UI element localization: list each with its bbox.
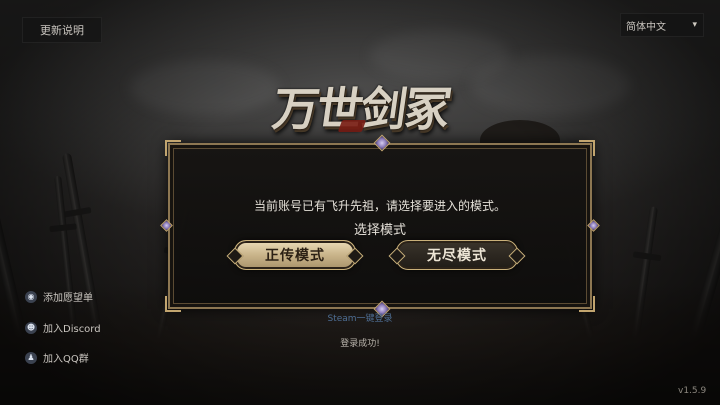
mode-select-dialog: 当前账号已有飞升先祖，请选择要进入的模式。 选择模式 正传模式 无尽模式: [160, 134, 600, 318]
orthodox-mode-button[interactable]: 正传模式: [234, 240, 356, 270]
login-status-text: 登录成功!: [340, 339, 380, 349]
logo-red-accent: [337, 120, 367, 132]
wishlist-label: 添加愿望单: [43, 293, 93, 304]
update-notes-button[interactable]: 更新说明: [22, 17, 102, 43]
version-label: v1.5.9: [678, 386, 707, 396]
language-selected-value: 简体中文: [626, 21, 666, 33]
discord-link[interactable]: ☻ 加入Discord: [25, 320, 101, 335]
steam-icon: ◉: [25, 290, 37, 303]
qq-group-link[interactable]: ♟ 加入QQ群: [25, 350, 89, 365]
frame-corner: [579, 296, 595, 312]
steam-login-link[interactable]: Steam一键登录: [318, 311, 402, 324]
frame-corner: [579, 140, 595, 156]
dialog-title: 选择模式: [353, 223, 406, 238]
qq-icon: ♟: [25, 351, 37, 364]
frame-corner: [165, 296, 181, 312]
discord-label: 加入Discord: [43, 324, 101, 335]
qq-label: 加入QQ群: [43, 354, 89, 365]
wishlist-link[interactable]: ◉ 添加愿望单: [25, 289, 93, 304]
frame-corner: [165, 140, 181, 156]
dialog-message: 当前账号已有飞升先祖，请选择要进入的模式。: [253, 199, 506, 213]
discord-icon: ☻: [25, 321, 37, 334]
chevron-down-icon: ▾: [692, 20, 697, 30]
endless-mode-button[interactable]: 无尽模式: [396, 240, 518, 270]
language-select[interactable]: 简体中文 ▾: [620, 13, 704, 37]
